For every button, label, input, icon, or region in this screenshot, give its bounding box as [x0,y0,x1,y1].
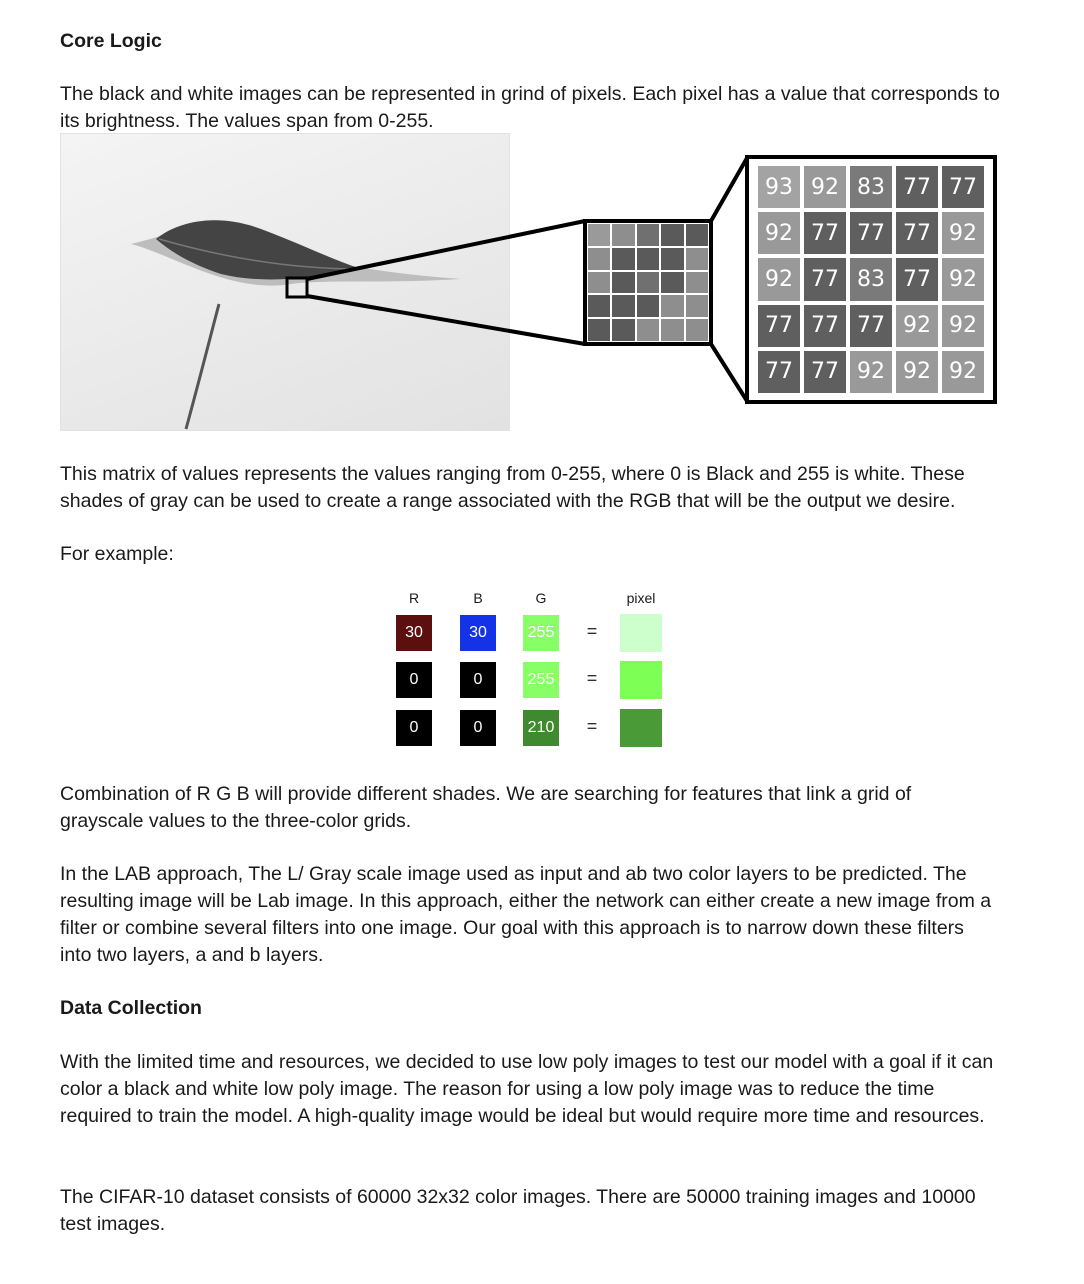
header-b: B [473,590,483,606]
equals-sign: = [586,621,598,641]
cifar-paragraph: The CIFAR-10 dataset consists of 60000 3… [60,1186,976,1235]
matrix-cell: 77 [804,304,846,347]
matrix-cell: 92 [896,304,938,347]
leaf-photo [60,133,510,431]
r-swatch: 0 [396,710,432,746]
core-logic-heading: Core Logic [60,30,162,52]
equals-sign: = [586,668,598,688]
pixel-zoom-grid [583,219,713,346]
matrix-cell: 93 [758,166,800,209]
matrix-cell: 77 [896,258,938,301]
g-swatch: 210 [523,710,559,746]
intro-paragraph: The black and white images can be repres… [60,83,1000,132]
matrix-cell: 77 [896,212,938,255]
b-swatch: 0 [460,662,496,698]
r-swatch: 0 [396,662,432,698]
g-swatch: 255 [523,662,559,698]
b-swatch: 30 [460,615,496,651]
combination-paragraph: Combination of R G B will provide differ… [60,783,912,832]
matrix-cell: 92 [896,350,938,393]
example-label: For example: [60,543,174,565]
matrix-cell: 77 [850,212,892,255]
header-g: G [535,590,547,606]
matrix-cell: 92 [942,350,984,393]
header-r: R [408,590,420,606]
matrix-cell: 92 [942,258,984,301]
matrix-cell: 77 [850,304,892,347]
matrix-cell: 92 [758,258,800,301]
matrix-explanation-paragraph: This matrix of values represents the val… [60,463,965,512]
pixel-result-swatch [620,661,662,699]
matrix-cell: 77 [942,166,984,209]
matrix-cell: 92 [850,350,892,393]
matrix-cell: 92 [804,166,846,209]
header-pixel: pixel [626,590,656,606]
data-collection-heading: Data Collection [60,997,202,1019]
matrix-cell: 83 [850,166,892,209]
r-swatch: 30 [396,615,432,651]
pixel-result-swatch [620,709,662,747]
matrix-cell: 92 [942,212,984,255]
matrix-cell: 77 [758,304,800,347]
matrix-cell: 77 [896,166,938,209]
matrix-cell: 92 [942,304,984,347]
matrix-cell: 77 [804,350,846,393]
matrix-cell: 77 [758,350,800,393]
leaf-illustration [131,220,461,430]
matrix-cell: 92 [758,212,800,255]
equals-sign: = [586,716,598,736]
pixel-result-swatch [620,614,662,652]
matrix-cell: 77 [804,212,846,255]
data-collection-paragraph: With the limited time and resources, we … [60,1051,994,1127]
lab-paragraph: In the LAB approach, The L/ Gray scale i… [60,863,992,966]
b-swatch: 0 [460,710,496,746]
g-swatch: 255 [523,615,559,651]
pixel-value-matrix: 93 92 83 77 77 92 77 77 77 92 92 77 83 7… [745,155,997,404]
matrix-cell: 83 [850,258,892,301]
matrix-cell: 77 [804,258,846,301]
